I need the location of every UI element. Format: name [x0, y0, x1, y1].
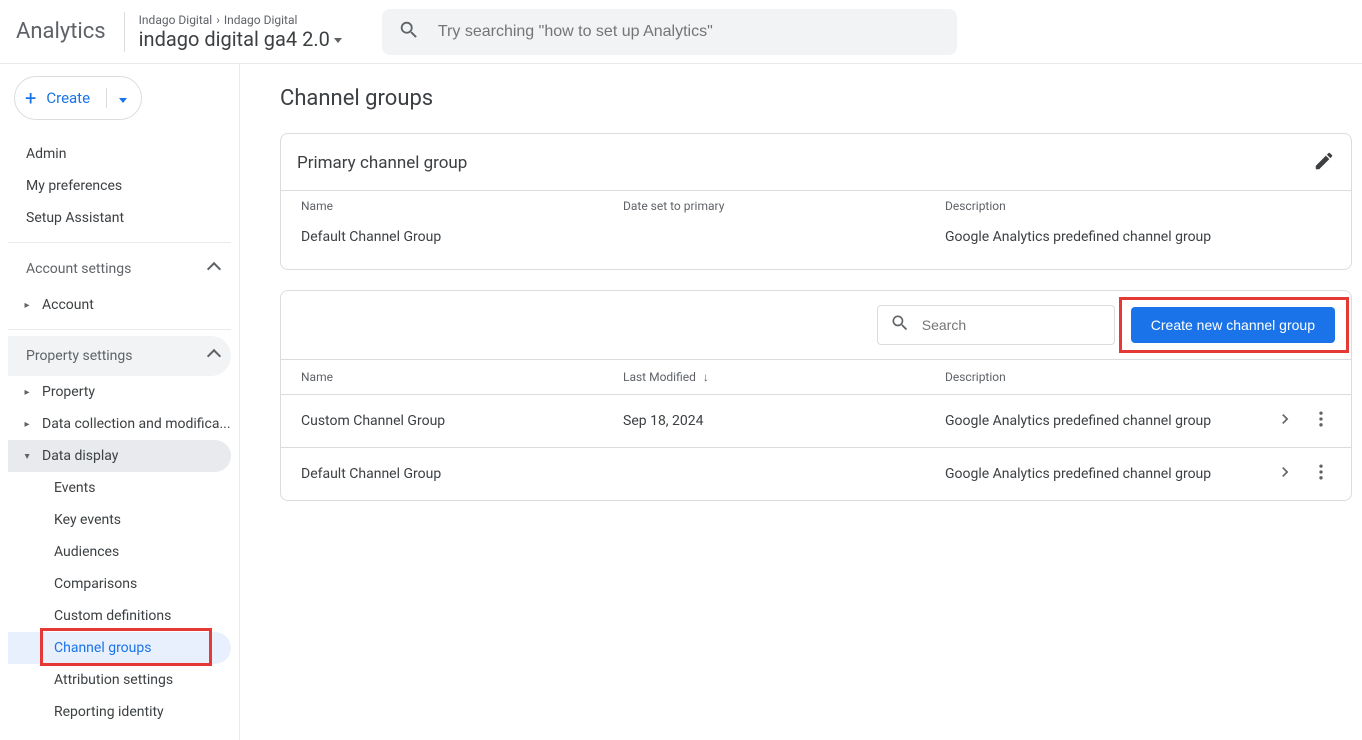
sidebar: + Create Admin My preferences Setup Assi… [0, 64, 240, 740]
divider [124, 12, 125, 52]
table-search[interactable] [877, 305, 1115, 345]
cell-description: Google Analytics predefined channel grou… [945, 413, 1251, 429]
nav-sub-data-collection[interactable]: ▸ Data collection and modifica... [8, 408, 231, 440]
edit-button[interactable] [1313, 150, 1335, 176]
divider [106, 88, 107, 108]
table-header: Name Last Modified ↓ Description [281, 359, 1351, 394]
col-date: Date set to primary [623, 199, 945, 213]
table-header: Name Date set to primary Description [281, 190, 1351, 221]
nav-leaf-comparisons[interactable]: Comparisons [8, 568, 231, 600]
primary-channel-group-card: Primary channel group Name Date set to p… [280, 133, 1352, 270]
search-icon [890, 313, 910, 337]
col-description[interactable]: Description [945, 370, 1251, 384]
cell-name: Custom Channel Group [301, 413, 623, 429]
cell-name: Default Channel Group [301, 466, 623, 482]
arrow-down-icon: ▸ [22, 451, 33, 461]
section-label: Account settings [26, 261, 131, 277]
chevron-right-icon[interactable] [1275, 409, 1295, 433]
section-label: Property settings [26, 348, 133, 364]
divider [8, 329, 231, 330]
cell-modified: Sep 18, 2024 [623, 413, 945, 429]
nav-my-preferences[interactable]: My preferences [8, 170, 231, 202]
nav-section-property-settings[interactable]: Property settings [8, 336, 231, 376]
create-new-channel-group-button[interactable]: Create new channel group [1131, 307, 1335, 343]
search-icon [398, 19, 420, 45]
nav-leaf-events[interactable]: Events [8, 472, 231, 504]
arrow-right-icon: ▸ [22, 419, 32, 430]
property-name: indago digital ga4 2.0 [139, 27, 330, 51]
nav-leaf-attribution-settings[interactable]: Attribution settings [8, 664, 231, 696]
nav-sub-account[interactable]: ▸ Account [8, 289, 231, 321]
table-row[interactable]: Custom Channel Group Sep 18, 2024 Google… [281, 394, 1351, 447]
card-title: Primary channel group [297, 153, 467, 173]
cell-name: Default Channel Group [301, 229, 623, 245]
create-button[interactable]: + Create [14, 76, 142, 120]
chevron-up-icon [207, 349, 221, 363]
arrow-down-icon: ↓ [703, 370, 709, 384]
nav-sub-label: Data display [42, 448, 118, 464]
nav-leaf-channel-groups[interactable]: Channel groups [8, 632, 231, 664]
nav-leaf-reporting-identity[interactable]: Reporting identity [8, 696, 231, 728]
nav-leaf-audiences[interactable]: Audiences [8, 536, 231, 568]
nav-section-account-settings[interactable]: Account settings [8, 249, 231, 289]
chevron-up-icon [207, 262, 221, 276]
nav-sub-label: Property [42, 384, 95, 400]
more-options-icon[interactable] [1311, 409, 1331, 433]
nav-sub-data-display[interactable]: ▸ Data display [8, 440, 231, 472]
channel-groups-list-card: Create new channel group Name Last Modif… [280, 290, 1352, 501]
breadcrumb-account: Indago Digital [139, 13, 213, 27]
nav-sub-label: Account [42, 297, 94, 313]
caret-down-icon [119, 98, 127, 103]
cell-date [623, 229, 945, 245]
nav-admin[interactable]: Admin [8, 138, 231, 170]
main-content: Channel groups Primary channel group Nam… [240, 64, 1362, 740]
search-input[interactable] [436, 22, 941, 42]
col-description: Description [945, 199, 1331, 213]
top-bar: Analytics Indago Digital › Indago Digita… [0, 0, 1362, 64]
property-selector[interactable]: Indago Digital › Indago Digital indago d… [139, 13, 342, 51]
arrow-right-icon: ▸ [22, 300, 32, 311]
chevron-right-icon: › [216, 13, 220, 27]
nav-sub-label: Data collection and modifica... [42, 416, 231, 432]
col-name: Name [301, 199, 623, 213]
create-label: Create [46, 89, 90, 107]
table-row: Default Channel Group Google Analytics p… [281, 221, 1351, 269]
chevron-right-icon[interactable] [1275, 462, 1295, 486]
divider [8, 242, 231, 243]
brand-label: Analytics [16, 19, 106, 44]
table-search-input[interactable] [920, 316, 1105, 334]
page-title: Channel groups [280, 86, 1352, 111]
cell-description: Google Analytics predefined channel grou… [945, 229, 1331, 245]
nav-leaf-key-events[interactable]: Key events [8, 504, 231, 536]
table-row[interactable]: Default Channel Group Google Analytics p… [281, 447, 1351, 500]
more-options-icon[interactable] [1311, 462, 1331, 486]
breadcrumb: Indago Digital › Indago Digital [139, 13, 342, 27]
plus-icon: + [25, 88, 36, 108]
col-name[interactable]: Name [301, 370, 623, 384]
nav-setup-assistant[interactable]: Setup Assistant [8, 202, 231, 234]
arrow-right-icon: ▸ [22, 387, 32, 398]
nav-leaf-custom-definitions[interactable]: Custom definitions [8, 600, 231, 632]
breadcrumb-property: Indago Digital [224, 13, 298, 27]
col-last-modified[interactable]: Last Modified ↓ [623, 370, 945, 384]
caret-down-icon [334, 38, 342, 43]
global-search[interactable] [382, 9, 957, 55]
cell-description: Google Analytics predefined channel grou… [945, 466, 1251, 482]
nav-sub-property[interactable]: ▸ Property [8, 376, 231, 408]
